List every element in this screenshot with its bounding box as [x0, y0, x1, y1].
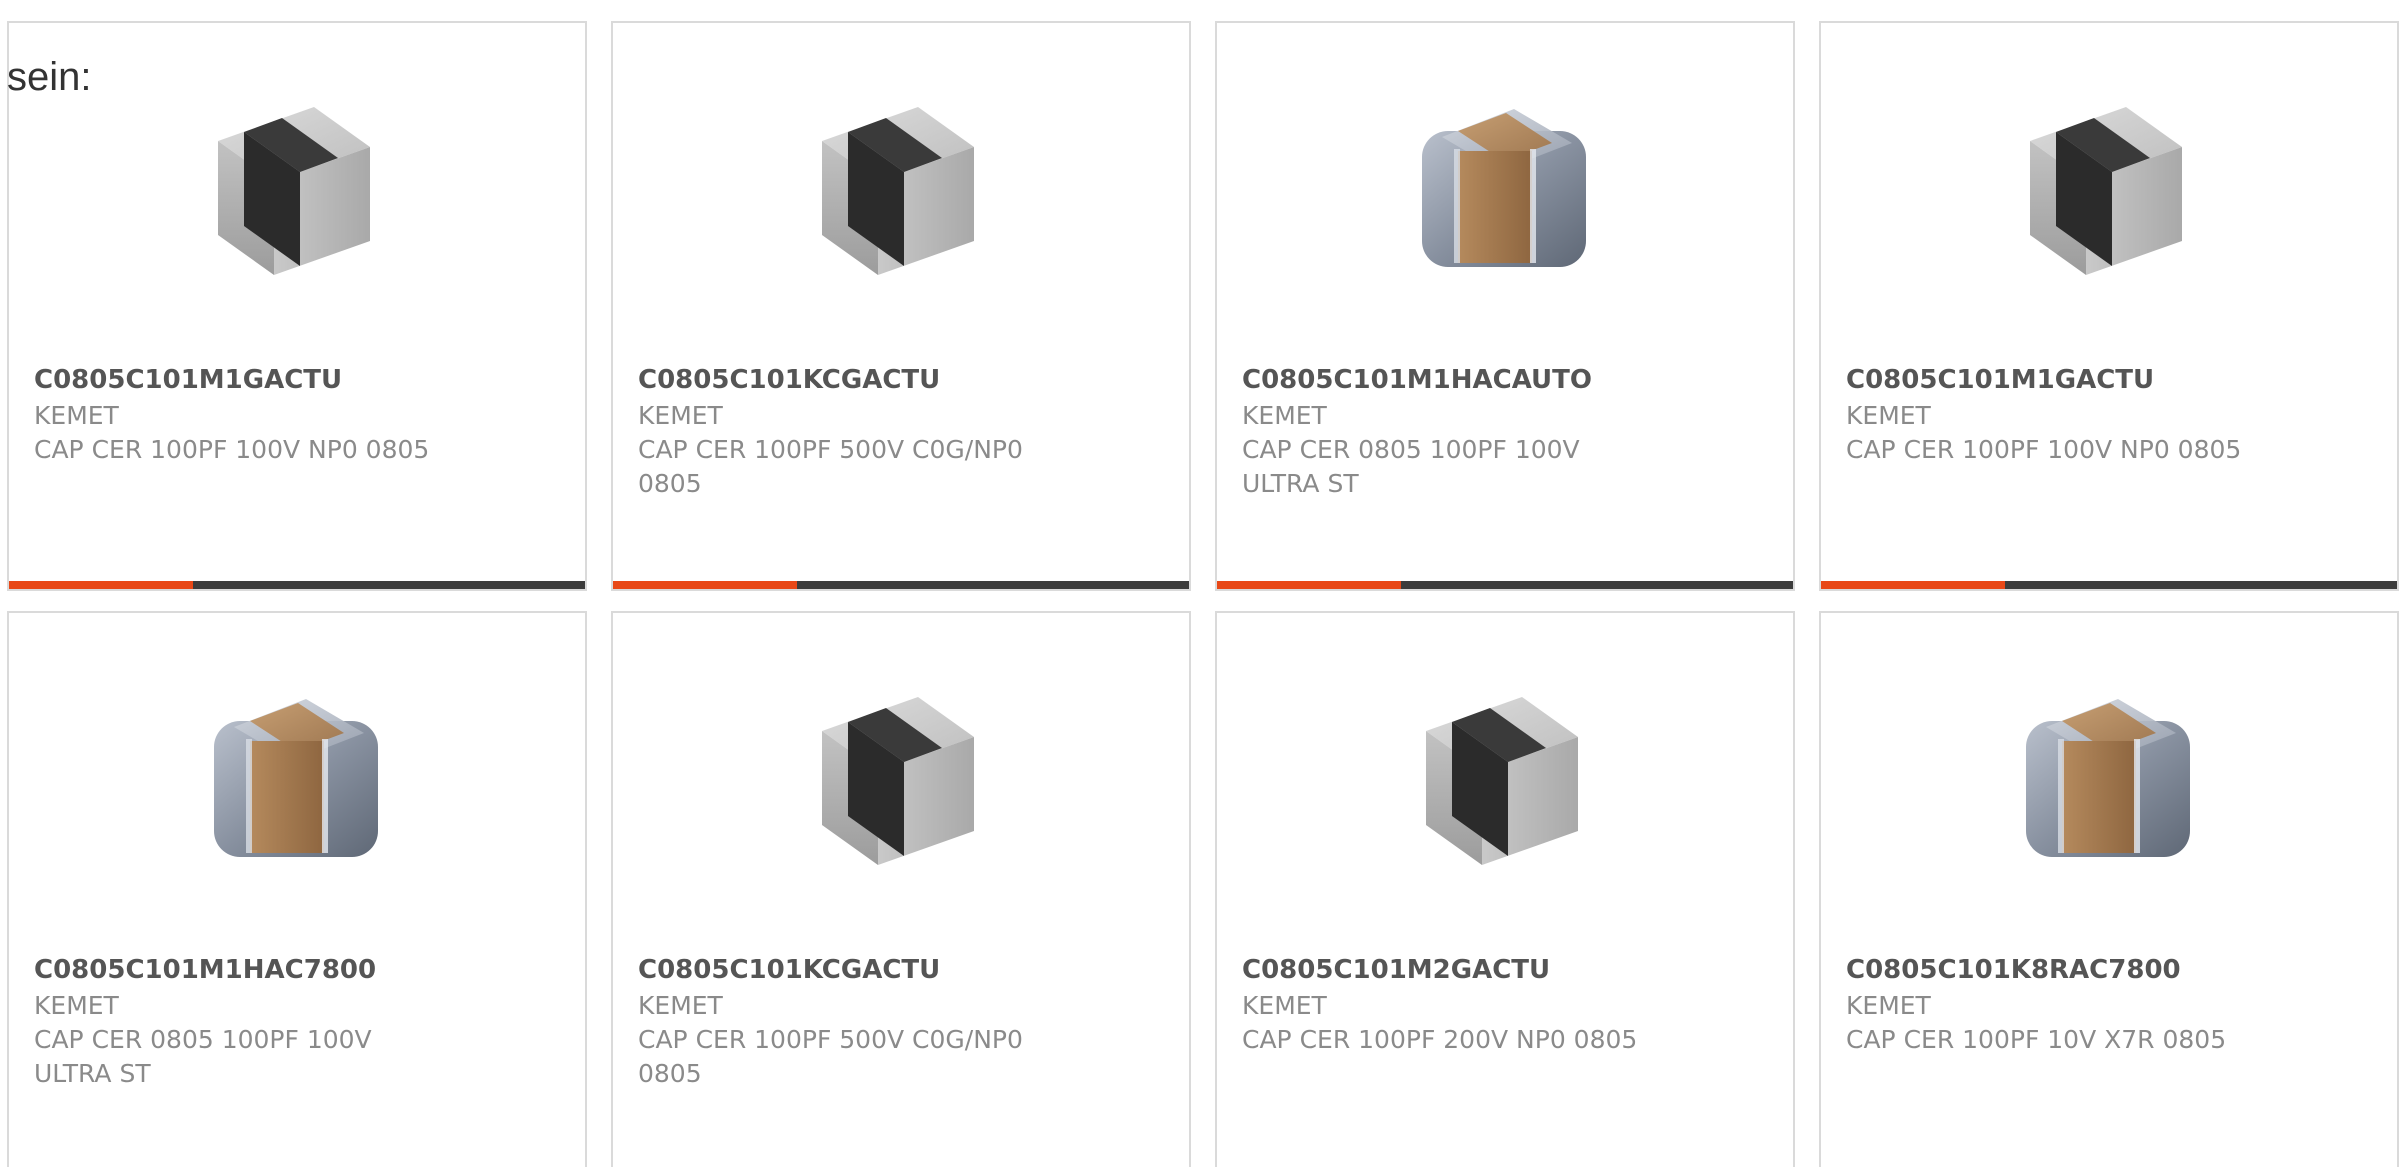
capacitor-black-band-icon: [822, 697, 974, 865]
capacitor-black-band-icon: [218, 107, 370, 275]
part-description: CAP CER 0805 100PF 100V ULTRA ST: [34, 1025, 372, 1088]
part-number: C0805C101KCGACTU: [638, 955, 941, 985]
card-progress-bar: [9, 581, 585, 589]
product-card[interactable]: C0805C101M2GACTU KEMET CAP CER 100PF 200…: [1215, 611, 1795, 1167]
part-number: C0805C101M1HAC7800: [34, 955, 377, 985]
manufacturer: KEMET: [1846, 401, 1931, 430]
manufacturer: KEMET: [638, 991, 723, 1020]
capacitor-brown-band-icon: [2026, 699, 2190, 857]
capacitor-brown-band-icon: [1422, 109, 1586, 267]
product-card[interactable]: C0805C101KCGACTU KEMET CAP CER 100PF 500…: [611, 611, 1191, 1167]
card-progress-fill: [1821, 581, 2006, 589]
card-progress-bar: [1217, 581, 1793, 589]
product-grid: C0805C101M1GACTU KEMET CAP CER 100PF 100…: [7, 21, 2399, 1167]
part-description: CAP CER 100PF 200V NP0 0805: [1242, 1025, 1638, 1054]
manufacturer: KEMET: [1242, 991, 1327, 1020]
manufacturer: KEMET: [34, 401, 119, 430]
product-card[interactable]: C0805C101M1GACTU KEMET CAP CER 100PF 100…: [1819, 21, 2399, 591]
part-description: CAP CER 100PF 500V C0G/NP0 0805: [638, 1025, 1023, 1088]
card-progress-fill: [613, 581, 798, 589]
product-card[interactable]: C0805C101KCGACTU KEMET CAP CER 100PF 500…: [611, 21, 1191, 591]
part-description: CAP CER 100PF 10V X7R 0805: [1846, 1025, 2227, 1054]
part-number: C0805C101K8RAC7800: [1846, 955, 2181, 985]
product-card[interactable]: C0805C101K8RAC7800 KEMET CAP CER 100PF 1…: [1819, 611, 2399, 1167]
part-description: CAP CER 100PF 500V C0G/NP0 0805: [638, 435, 1023, 498]
manufacturer: KEMET: [34, 991, 119, 1020]
card-progress-fill: [9, 581, 194, 589]
capacitor-brown-band-icon: [214, 699, 378, 857]
product-card[interactable]: C0805C101M1HACAUTO KEMET CAP CER 0805 10…: [1215, 21, 1795, 591]
part-number: C0805C101M2GACTU: [1242, 955, 1551, 985]
part-number: C0805C101M1HACAUTO: [1242, 365, 1592, 395]
intro-text: sein:: [7, 55, 92, 99]
capacitor-black-band-icon: [2030, 107, 2182, 275]
capacitor-black-band-icon: [1426, 697, 1578, 865]
manufacturer: KEMET: [638, 401, 723, 430]
part-number: C0805C101M1GACTU: [34, 365, 343, 395]
part-description: CAP CER 100PF 100V NP0 0805: [34, 435, 430, 464]
part-number: C0805C101M1GACTU: [1846, 365, 2155, 395]
card-progress-fill: [1217, 581, 1402, 589]
product-card[interactable]: C0805C101M1HAC7800 KEMET CAP CER 0805 10…: [7, 611, 587, 1167]
card-progress-bar: [1821, 581, 2397, 589]
card-progress-bar: [613, 581, 1189, 589]
product-card[interactable]: C0805C101M1GACTU KEMET CAP CER 100PF 100…: [7, 21, 587, 591]
part-description: CAP CER 0805 100PF 100V ULTRA ST: [1242, 435, 1580, 498]
capacitor-black-band-icon: [822, 107, 974, 275]
manufacturer: KEMET: [1846, 991, 1931, 1020]
product-results-page: sein: C0805C101M1GACTU KEMET CAP CER 100…: [0, 0, 2400, 1167]
part-number: C0805C101KCGACTU: [638, 365, 941, 395]
part-description: CAP CER 100PF 100V NP0 0805: [1846, 435, 2242, 464]
manufacturer: KEMET: [1242, 401, 1327, 430]
